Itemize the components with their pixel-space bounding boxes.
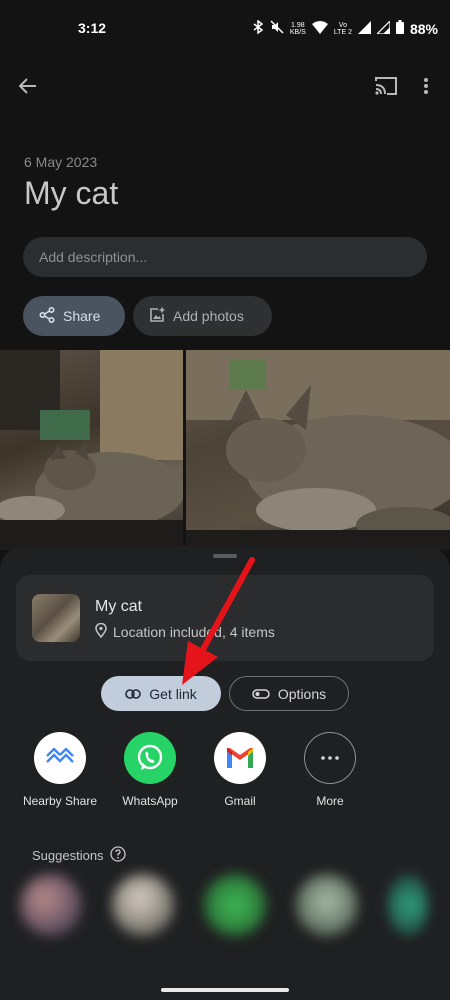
wifi-icon (311, 20, 328, 37)
cat-photo-1[interactable] (0, 350, 183, 550)
nearby-share-label: Nearby Share (22, 794, 98, 808)
nearby-share-target[interactable]: Nearby Share (15, 732, 105, 808)
more-vert-icon (424, 77, 428, 99)
top-app-bar (0, 68, 450, 108)
shared-album-card[interactable]: My cat Location included, 4 items (16, 575, 434, 661)
drag-handle[interactable] (213, 554, 237, 558)
options-button[interactable]: Options (229, 676, 349, 711)
more-apps-target[interactable]: More (285, 732, 375, 808)
suggestion-avatar[interactable] (296, 874, 358, 936)
battery-percent: 88% (409, 20, 438, 37)
suggestions-header: Suggestions (32, 846, 126, 865)
cast-button[interactable] (366, 68, 406, 108)
suggestion-avatar[interactable] (112, 874, 174, 936)
whatsapp-icon (124, 732, 176, 784)
description-input[interactable]: Add description... (23, 237, 427, 277)
share-button[interactable]: Share (23, 296, 125, 336)
get-link-button[interactable]: Get link (101, 676, 221, 711)
help-icon[interactable] (109, 846, 126, 865)
card-subtitle-text: Location included, 4 items (113, 624, 275, 640)
add-photos-label: Add photos (173, 308, 244, 324)
location-pin-icon (95, 622, 107, 641)
add-photos-button[interactable]: Add photos (133, 296, 272, 336)
whatsapp-label: WhatsApp (122, 794, 178, 808)
add-photo-icon (149, 307, 165, 326)
card-subtitle: Location included, 4 items (95, 622, 275, 641)
whatsapp-target[interactable]: WhatsApp (105, 732, 195, 808)
battery-icon (395, 20, 404, 37)
mute-vibrate-icon (270, 20, 284, 37)
album-title[interactable]: My cat (24, 175, 118, 212)
more-label: More (316, 794, 344, 808)
more-horiz-icon (304, 732, 356, 784)
album-thumbnail (32, 594, 80, 642)
bluetooth-icon (253, 19, 264, 37)
cast-icon (375, 76, 397, 100)
suggestion-avatar[interactable] (20, 874, 82, 936)
back-button[interactable] (8, 68, 48, 108)
more-options-button[interactable] (406, 68, 446, 108)
options-label: Options (277, 685, 327, 702)
signal-icon (357, 20, 371, 37)
suggestions-row (20, 874, 428, 936)
share-bottom-sheet: My cat Location included, 4 items Get li… (0, 546, 450, 1000)
share-label: Share (63, 308, 101, 324)
status-icons: 1.98 KB/S Vo LTE 2 88% (253, 19, 438, 37)
link-icon (125, 686, 142, 702)
get-link-label: Get link (149, 685, 197, 702)
album-date: 6 May 2023 (24, 154, 98, 170)
status-bar: 3:12 1.98 KB/S Vo LTE 2 88% (0, 0, 450, 56)
suggestion-avatar[interactable] (388, 874, 428, 936)
signal-icon-2 (375, 19, 391, 37)
gesture-nav-bar[interactable] (161, 988, 289, 992)
card-title: My cat (95, 598, 143, 615)
gmail-target[interactable]: Gmail (195, 732, 285, 808)
arrow-back-icon (18, 77, 37, 99)
gmail-icon (214, 732, 266, 784)
cat-photo-2[interactable] (186, 350, 450, 550)
gmail-label: Gmail (224, 794, 256, 808)
toggle-icon (252, 686, 270, 702)
suggestion-avatar[interactable] (204, 874, 266, 936)
share-icon (39, 306, 55, 326)
status-time: 3:12 (78, 20, 107, 36)
nearby-share-icon (34, 732, 86, 784)
suggestions-label: Suggestions (32, 848, 104, 863)
lte-badge: Vo LTE 2 (333, 21, 352, 36)
net-speed: 1.98 KB/S (289, 21, 306, 36)
